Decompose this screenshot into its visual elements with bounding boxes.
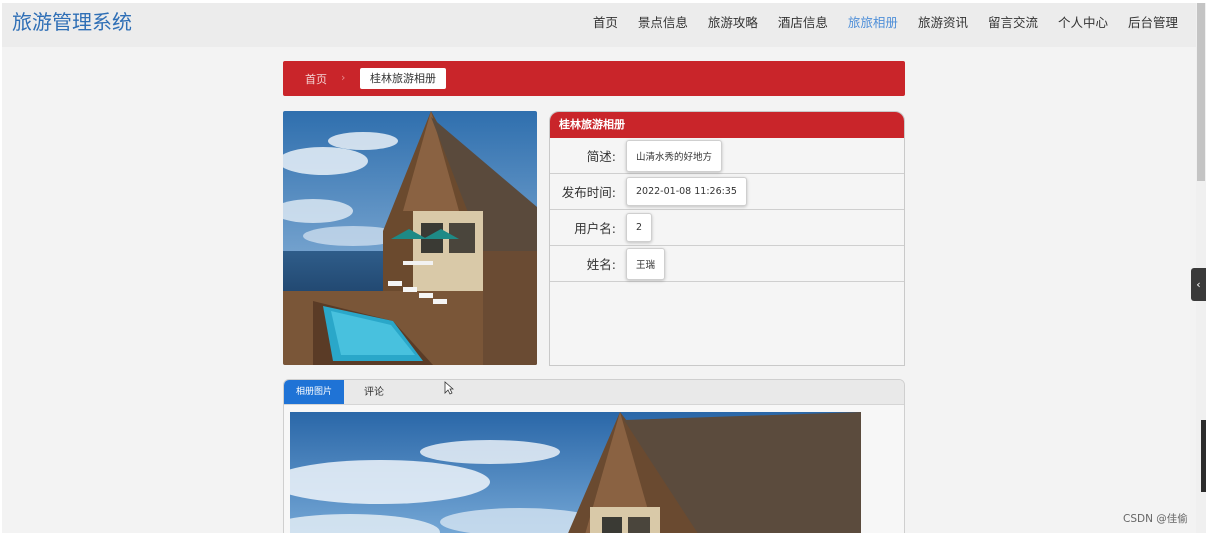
tab-album-images[interactable]: 相册图片 [284,380,345,404]
tabs-bar: 相册图片 评论 [284,380,904,405]
breadcrumb-home[interactable]: 首页 [305,71,327,87]
mouse-pointer-icon [444,381,454,395]
chevron-left-icon[interactable]: ‹ [1191,268,1206,301]
detail-row-username: 用户名: 2 [550,210,904,246]
album-tabs-panel: 相册图片 评论 [283,379,905,533]
detail-label: 发布时间: [561,185,616,200]
album-cover-image [283,111,537,365]
detail-value: 王瑞 [626,247,666,280]
breadcrumb-current: 桂林旅游相册 [360,68,446,89]
detail-label: 姓名: [586,257,616,272]
nav-albums[interactable]: 旅旅相册 [848,12,898,31]
nav-guides[interactable]: 旅游攻略 [708,12,758,31]
detail-title: 桂林旅游相册 [550,112,904,138]
detail-label: 用户名: [574,221,616,236]
breadcrumb: 首页 › 桂林旅游相册 [283,61,905,96]
detail-row-summary: 简述: 山清水秀的好地方 [550,138,904,174]
side-widget[interactable] [1201,420,1206,492]
album-detail-panel: 桂林旅游相册 简述: 山清水秀的好地方 发布时间: 2022-01-08 11:… [549,111,905,366]
nav-messages[interactable]: 留言交流 [988,12,1038,31]
site-logo[interactable]: 旅游管理系统 [12,9,132,35]
detail-value: 2 [626,213,653,242]
tab-comments[interactable]: 评论 [344,380,404,404]
nav-admin[interactable]: 后台管理 [1128,12,1178,31]
watermark: CSDN @佳偷 [1123,513,1188,525]
detail-value: 山清水秀的好地方 [626,139,723,172]
detail-label: 简述: [586,149,616,164]
nav-home[interactable]: 首页 [593,12,618,31]
scrollbar-thumb[interactable] [1197,3,1205,181]
nav-attractions[interactable]: 景点信息 [638,12,688,31]
detail-row-name: 姓名: 王瑞 [550,246,904,282]
nav-news[interactable]: 旅游资讯 [918,12,968,31]
detail-value: 2022-01-08 11:26:35 [626,177,747,206]
breadcrumb-separator: › [341,71,346,84]
album-large-image [290,412,861,533]
page: 旅游管理系统 首页 景点信息 旅游攻略 酒店信息 旅旅相册 旅游资讯 留言交流 … [2,3,1198,533]
nav-profile[interactable]: 个人中心 [1058,12,1108,31]
nav-hotels[interactable]: 酒店信息 [778,12,828,31]
detail-row-publish-time: 发布时间: 2022-01-08 11:26:35 [550,174,904,210]
main-nav: 首页 景点信息 旅游攻略 酒店信息 旅旅相册 旅游资讯 留言交流 个人中心 后台… [573,3,1178,39]
top-header: 旅游管理系统 首页 景点信息 旅游攻略 酒店信息 旅旅相册 旅游资讯 留言交流 … [2,3,1198,47]
